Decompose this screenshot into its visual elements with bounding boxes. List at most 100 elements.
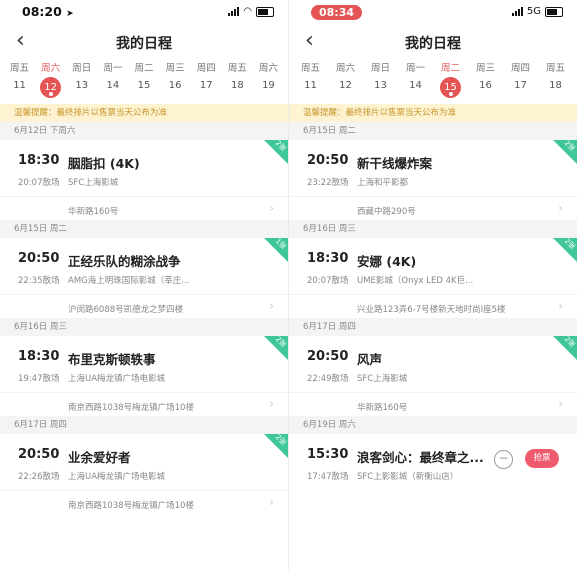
- schedule-list: 6月15日 周二 2张 20:50 新干线爆炸案 23:22散场 上海和平影都 西藏中路29…: [289, 122, 577, 514]
- chevron-right-icon: ›: [269, 495, 274, 509]
- day-selector: 周五 11 周六 12 周日 13 周一 14 周二 15 周三 16 周四 17 周五 18: [289, 58, 577, 100]
- movie-title: 业余爱好者: [68, 450, 131, 465]
- page-title: 我的日程: [116, 36, 172, 52]
- address-row[interactable]: 沪闵路6088号凯德龙之梦四楼 ›: [0, 294, 288, 325]
- day-weekday: 周四: [510, 63, 530, 74]
- signal-icon: [228, 7, 240, 16]
- minus-circle-icon[interactable]: −: [494, 450, 513, 469]
- day-item[interactable]: 周四 17: [191, 58, 222, 100]
- day-item[interactable]: 周四 17: [503, 58, 538, 100]
- day-weekday: 周六: [335, 63, 355, 74]
- day-item[interactable]: 周六 12: [328, 58, 363, 100]
- movie-title: 胭脂扣 (4K): [68, 156, 140, 171]
- grab-ticket-button[interactable]: 抢票: [525, 449, 559, 468]
- end-time: 19:47散场: [18, 374, 60, 384]
- schedule-card[interactable]: 1张 20:50 正经乐队的糊涂战争 22:35散场 AMG海上明珠国际影城（莘庄...…: [0, 237, 288, 318]
- movie-title: 正经乐队的糊涂战争: [68, 254, 181, 269]
- day-number: 13: [75, 80, 89, 91]
- day-number: 17: [514, 80, 527, 91]
- nav-bar: ‹ 我的日程: [0, 26, 288, 58]
- day-item[interactable]: 周五 11: [293, 58, 328, 100]
- day-item[interactable]: 周二 15: [128, 58, 159, 100]
- end-time: 22:35散场: [18, 276, 60, 286]
- page-title: 我的日程: [405, 36, 461, 52]
- day-weekday: 周三: [165, 63, 185, 74]
- show-time: 18:30: [307, 251, 349, 266]
- show-time: 20:50: [307, 349, 349, 364]
- cinema-address: 南京西路1038号梅龙镇广场10楼: [68, 403, 194, 413]
- schedule-card[interactable]: 2张 20:50 风声 22:49散场 SFC上海影城 华新路160号 ›: [289, 335, 577, 416]
- day-item[interactable]: 周三 16: [160, 58, 191, 100]
- day-number: 14: [409, 80, 422, 91]
- movie-title: 风声: [357, 352, 383, 367]
- day-number: 14: [106, 80, 120, 91]
- movie-title: 浪客剑心：最终章之...: [357, 450, 484, 465]
- day-item[interactable]: 周六 19: [253, 58, 284, 100]
- address-row[interactable]: 华新路160号 ›: [0, 196, 288, 227]
- chevron-right-icon: ›: [269, 397, 274, 411]
- date-header: 6月15日 周二: [289, 122, 577, 140]
- day-item[interactable]: 周一 14: [398, 58, 433, 100]
- left-phone-screen: 08:20 ➤ ◠ ‹ 我的日程 周五 11 周六 12 周日 13 周一 14 周二 15 周三 1…: [0, 0, 288, 570]
- day-weekday: 周五: [227, 63, 247, 74]
- show-time: 20:50: [18, 251, 60, 266]
- end-time: 20:07散场: [307, 276, 349, 286]
- day-weekday: 周五: [545, 63, 565, 74]
- cinema-name: 上海UA梅龙镇广场电影城: [68, 374, 166, 384]
- day-item[interactable]: 周五 18: [222, 58, 253, 100]
- chevron-right-icon: ›: [558, 397, 563, 411]
- show-time: 20:50: [18, 447, 60, 462]
- day-weekday: 周三: [475, 63, 495, 74]
- tip-banner: 温馨提醒：最终排片以售票当天公布为准: [0, 104, 288, 122]
- day-number: 18: [549, 80, 562, 91]
- schedule-card[interactable]: 15:30 浪客剑心：最终章之... 17:47散场 SFC上影影城（新衡山店） − 抢票: [289, 434, 577, 514]
- day-item[interactable]: 周五 18: [538, 58, 573, 100]
- nav-bar: ‹ 我的日程: [289, 26, 577, 58]
- cinema-address: 华新路160号: [357, 403, 408, 413]
- day-item[interactable]: 周二 15: [433, 58, 468, 100]
- cinema-address: 兴业路123弄6-7号楼新天地时尚I座5楼: [357, 305, 506, 315]
- day-item[interactable]: 周一 14: [97, 58, 128, 100]
- show-time: 20:50: [307, 153, 349, 168]
- day-item[interactable]: 周日 13: [66, 58, 97, 100]
- schedule-card[interactable]: 2张 18:30 安娜 (4K) 20:07散场 UME影城（Onyx LED 4K巨.…: [289, 237, 577, 318]
- cinema-address: 华新路160号: [68, 207, 119, 217]
- day-weekday: 周四: [196, 63, 216, 74]
- chevron-right-icon: ›: [269, 299, 274, 313]
- day-weekday: 周日: [72, 63, 92, 74]
- movie-title: 新干线爆炸案: [357, 156, 433, 171]
- battery-icon: [545, 6, 563, 17]
- day-number: 15: [440, 77, 461, 98]
- address-row[interactable]: 兴业路123弄6-7号楼新天地时尚I座5楼 ›: [289, 294, 577, 325]
- day-item[interactable]: 周日 13: [363, 58, 398, 100]
- day-number: 12: [339, 80, 352, 91]
- cinema-address: 西藏中路290号: [357, 207, 416, 217]
- day-item[interactable]: 周六 12: [35, 58, 66, 100]
- status-bar: 08:34 5G: [289, 0, 577, 26]
- day-number: 13: [374, 80, 387, 91]
- day-number: 19: [262, 80, 275, 91]
- movie-title: 布里克斯顿轶事: [68, 352, 156, 367]
- status-time: 08:20 ➤: [22, 4, 74, 19]
- schedule-card[interactable]: 2张 18:30 胭脂扣 (4K) 20:07散场 SFC上海影城 华新路160号 ›: [0, 139, 288, 220]
- schedule-card[interactable]: 2张 20:50 业余爱好者 22:26散场 上海UA梅龙镇广场电影城 南京西路1038号…: [0, 433, 288, 514]
- movie-title: 安娜 (4K): [357, 254, 417, 269]
- day-number: 15: [137, 80, 151, 91]
- schedule-card[interactable]: 2张 18:30 布里克斯顿轶事 19:47散场 上海UA梅龙镇广场电影城 南京西路103…: [0, 335, 288, 416]
- cinema-address: 沪闵路6088号凯德龙之梦四楼: [68, 305, 184, 315]
- address-row[interactable]: 华新路160号 ›: [289, 392, 577, 423]
- address-row[interactable]: 西藏中路290号 ›: [289, 196, 577, 227]
- schedule-card[interactable]: 2张 20:50 新干线爆炸案 23:22散场 上海和平影都 西藏中路290号 ›: [289, 139, 577, 220]
- cinema-address: 南京西路1038号梅龙镇广场10楼: [68, 501, 194, 511]
- day-number: 16: [479, 80, 492, 91]
- cinema-name: SFC上影影城（新衡山店）: [357, 472, 459, 482]
- day-weekday: 周一: [103, 63, 123, 74]
- address-row[interactable]: 南京西路1038号梅龙镇广场10楼 ›: [0, 392, 288, 423]
- end-time: 22:26散场: [18, 472, 60, 482]
- address-row[interactable]: 南京西路1038号梅龙镇广场10楼 ›: [0, 490, 288, 521]
- show-time: 18:30: [18, 349, 60, 364]
- day-number: 17: [199, 80, 213, 91]
- status-icons: 5G: [511, 6, 563, 17]
- day-item[interactable]: 周三 16: [468, 58, 503, 100]
- day-item[interactable]: 周五 11: [4, 58, 35, 100]
